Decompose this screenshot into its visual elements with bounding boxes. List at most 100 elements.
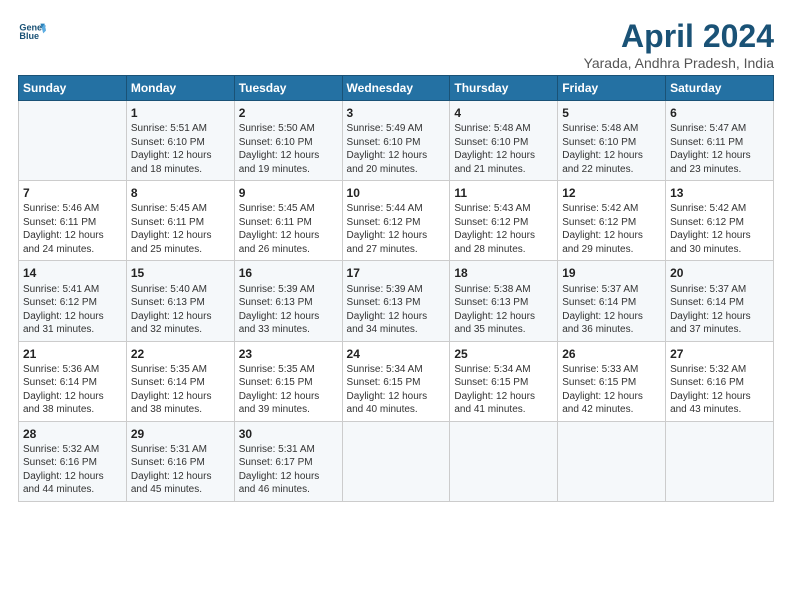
day-cell: 4Sunrise: 5:48 AMSunset: 6:10 PMDaylight…: [450, 101, 558, 181]
cell-info: Sunset: 6:13 PM: [131, 296, 230, 310]
cell-info: Daylight: 12 hours: [131, 310, 230, 324]
cell-info: Sunrise: 5:48 AM: [562, 122, 661, 136]
cell-info: Sunset: 6:11 PM: [23, 216, 122, 230]
day-cell: 30Sunrise: 5:31 AMSunset: 6:17 PMDayligh…: [234, 421, 342, 501]
cell-info: Sunrise: 5:40 AM: [131, 283, 230, 297]
cell-info: Daylight: 12 hours: [239, 310, 338, 324]
cell-info: and 29 minutes.: [562, 243, 661, 257]
cell-info: Daylight: 12 hours: [131, 470, 230, 484]
cell-info: Daylight: 12 hours: [23, 310, 122, 324]
day-cell: 24Sunrise: 5:34 AMSunset: 6:15 PMDayligh…: [342, 341, 450, 421]
day-cell: 15 Sunrise: 5:40 AMSunset: 6:13 PMDayligh…: [126, 261, 234, 341]
cell-info: Sunset: 6:13 PM: [454, 296, 553, 310]
cell-info: Sunset: 6:15 PM: [454, 376, 553, 390]
cell-info: Daylight: 12 hours: [670, 390, 769, 404]
day-number: 19: [562, 265, 661, 281]
cell-info: and 20 minutes.: [347, 163, 446, 177]
day-number: 8: [131, 185, 230, 201]
cell-info: Sunset: 6:11 PM: [239, 216, 338, 230]
cell-info: Daylight: 12 hours: [347, 310, 446, 324]
cell-info: and 33 minutes.: [239, 323, 338, 337]
day-cell: 25Sunrise: 5:34 AMSunset: 6:15 PMDayligh…: [450, 341, 558, 421]
cell-info: Sunrise: 5:37 AM: [562, 283, 661, 297]
cell-info: Daylight: 12 hours: [454, 229, 553, 243]
day-cell: 10Sunrise: 5:44 AMSunset: 6:12 PMDayligh…: [342, 181, 450, 261]
day-number: 5: [562, 105, 661, 121]
subtitle: Yarada, Andhra Pradesh, India: [584, 55, 774, 71]
cell-info: Sunset: 6:13 PM: [347, 296, 446, 310]
cell-info: Sunset: 6:11 PM: [131, 216, 230, 230]
week-row-2: 7Sunrise: 5:46 AMSunset: 6:11 PMDaylight…: [19, 181, 774, 261]
cell-info: and 28 minutes.: [454, 243, 553, 257]
cell-info: Sunset: 6:15 PM: [239, 376, 338, 390]
cell-info: Sunrise: 5:49 AM: [347, 122, 446, 136]
cell-info: and 19 minutes.: [239, 163, 338, 177]
day-number: 12: [562, 185, 661, 201]
cell-info: and 35 minutes.: [454, 323, 553, 337]
cell-info: Sunrise: 5:36 AM: [23, 363, 122, 377]
col-header-thursday: Thursday: [450, 76, 558, 101]
day-cell: 3Sunrise: 5:49 AMSunset: 6:10 PMDaylight…: [342, 101, 450, 181]
svg-text:Blue: Blue: [19, 31, 39, 41]
col-header-tuesday: Tuesday: [234, 76, 342, 101]
day-cell: 7Sunrise: 5:46 AMSunset: 6:11 PMDaylight…: [19, 181, 127, 261]
day-number: 18: [454, 265, 553, 281]
cell-info: Sunset: 6:16 PM: [23, 456, 122, 470]
cell-info: Sunrise: 5:43 AM: [454, 202, 553, 216]
day-number: 26: [562, 346, 661, 362]
col-header-monday: Monday: [126, 76, 234, 101]
day-number: 25: [454, 346, 553, 362]
cell-info: Daylight: 12 hours: [670, 149, 769, 163]
cell-info: and 26 minutes.: [239, 243, 338, 257]
cell-info: Sunset: 6:10 PM: [239, 136, 338, 150]
cell-info: Sunrise: 5:33 AM: [562, 363, 661, 377]
cell-info: Sunset: 6:11 PM: [670, 136, 769, 150]
cell-info: and 23 minutes.: [670, 163, 769, 177]
logo: General Blue: [18, 18, 46, 46]
day-number: 15: [131, 265, 230, 281]
cell-info: and 22 minutes.: [562, 163, 661, 177]
cell-info: and 30 minutes.: [670, 243, 769, 257]
day-number: 28: [23, 426, 122, 442]
cell-info: Daylight: 12 hours: [562, 390, 661, 404]
day-number: 1: [131, 105, 230, 121]
cell-info: and 34 minutes.: [347, 323, 446, 337]
day-cell: 12Sunrise: 5:42 AMSunset: 6:12 PMDayligh…: [558, 181, 666, 261]
cell-info: Daylight: 12 hours: [347, 390, 446, 404]
cell-info: Sunset: 6:10 PM: [562, 136, 661, 150]
day-cell: 1Sunrise: 5:51 AMSunset: 6:10 PMDaylight…: [126, 101, 234, 181]
day-cell: 21Sunrise: 5:36 AMSunset: 6:14 PMDayligh…: [19, 341, 127, 421]
cell-info: and 32 minutes.: [131, 323, 230, 337]
cell-info: Sunset: 6:12 PM: [347, 216, 446, 230]
day-cell: [342, 421, 450, 501]
day-number: 3: [347, 105, 446, 121]
cell-info: and 37 minutes.: [670, 323, 769, 337]
day-number: 21: [23, 346, 122, 362]
cell-info: Daylight: 12 hours: [23, 229, 122, 243]
cell-info: Daylight: 12 hours: [454, 390, 553, 404]
cell-info: Daylight: 12 hours: [239, 470, 338, 484]
day-number: 14: [23, 265, 122, 281]
cell-info: and 45 minutes.: [131, 483, 230, 497]
cell-info: Daylight: 12 hours: [131, 149, 230, 163]
cell-info: Sunset: 6:16 PM: [670, 376, 769, 390]
cell-info: Daylight: 12 hours: [23, 390, 122, 404]
cell-info: Daylight: 12 hours: [131, 390, 230, 404]
day-cell: 17Sunrise: 5:39 AMSunset: 6:13 PMDayligh…: [342, 261, 450, 341]
day-cell: [558, 421, 666, 501]
calendar-table: SundayMondayTuesdayWednesdayThursdayFrid…: [18, 75, 774, 502]
week-row-1: 1Sunrise: 5:51 AMSunset: 6:10 PMDaylight…: [19, 101, 774, 181]
page-container: General Blue April 2024 Yarada, Andhra P…: [0, 0, 792, 512]
cell-info: Sunrise: 5:50 AM: [239, 122, 338, 136]
day-number: 23: [239, 346, 338, 362]
cell-info: and 40 minutes.: [347, 403, 446, 417]
day-number: 2: [239, 105, 338, 121]
cell-info: Sunset: 6:14 PM: [131, 376, 230, 390]
day-number: 27: [670, 346, 769, 362]
day-cell: 9Sunrise: 5:45 AMSunset: 6:11 PMDaylight…: [234, 181, 342, 261]
cell-info: Sunset: 6:12 PM: [23, 296, 122, 310]
day-number: 20: [670, 265, 769, 281]
cell-info: and 41 minutes.: [454, 403, 553, 417]
cell-info: and 25 minutes.: [131, 243, 230, 257]
day-number: 17: [347, 265, 446, 281]
